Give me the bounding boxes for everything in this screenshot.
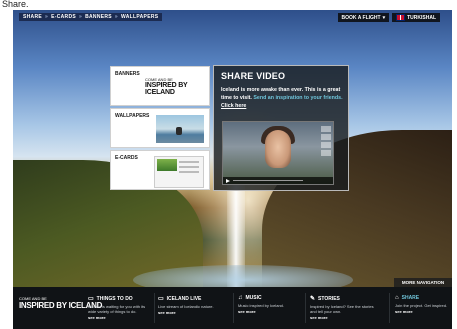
nav-description: Join the project. Get inspired. [395, 303, 448, 308]
ecard-text-line [179, 171, 199, 173]
flag-icon [396, 14, 406, 21]
camera-icon: ▭ [158, 296, 164, 302]
inspired-by-iceland-logo: COME AND BE INSPIRED BY ICELAND [145, 77, 209, 96]
nav-title: ICELAND LIVE [166, 295, 202, 302]
play-icon[interactable] [226, 178, 230, 183]
ecards-label: E-CARDS [115, 155, 138, 161]
nav-description: Inspired by Iceland? See the stories and… [310, 304, 374, 314]
book-flight-button[interactable]: BOOK A FLIGHT ▾ [337, 13, 390, 22]
logo-line2: INSPIRED BY ICELAND [145, 82, 188, 96]
breadcrumb-share[interactable]: SHARE [23, 14, 42, 20]
breadcrumb-separator: » [79, 14, 83, 20]
top-right-controls: BOOK A FLIGHT ▾ TURKISHAL [337, 13, 440, 22]
chevron-down-icon: ▾ [382, 14, 386, 21]
see-more-link[interactable]: see more [310, 315, 376, 320]
share-video-text: Iceland is more awake than ever. This is… [221, 86, 343, 110]
breadcrumb-ecards[interactable]: E-CARDS [51, 14, 76, 20]
nav-things-to-do[interactable]: ▭ THINGS TO DO Iceland is waiting for you… [88, 295, 154, 321]
pencil-icon: ✎ [310, 296, 316, 302]
ecard-image [157, 159, 177, 171]
breadcrumb-separator: » [45, 14, 49, 20]
breadcrumb: SHARE » E-CARDS » BANNERS » WALLPAPERS [19, 13, 163, 21]
click-here-link[interactable]: Click here [221, 103, 246, 109]
wallpapers-label: WALLPAPERS [115, 113, 150, 119]
wallpapers-tile[interactable]: WALLPAPERS [110, 108, 210, 148]
ecard-text-line [179, 166, 199, 168]
nav-description: Iceland is waiting for you with its wide… [88, 304, 146, 314]
video-thumb[interactable] [321, 126, 331, 132]
top-bar: SHARE » E-CARDS » BANNERS » WALLPAPERS B… [13, 10, 452, 24]
nav-title: SHARE [401, 295, 420, 301]
video-progress-bar[interactable] [233, 179, 303, 182]
video-controls [223, 177, 333, 184]
person-figure [176, 127, 182, 135]
iceland-website: SHARE » E-CARDS » BANNERS » WALLPAPERS B… [13, 10, 452, 329]
video-player[interactable] [222, 121, 334, 185]
language-selector[interactable]: TURKISHAL [392, 13, 440, 22]
share-icon: ⌂ [395, 295, 399, 301]
video-side-thumbs [321, 126, 331, 160]
nav-divider [233, 293, 234, 323]
share-video-box: SHARE VIDEO Iceland is more awake than e… [213, 65, 349, 191]
see-more-link[interactable]: see more [238, 309, 304, 314]
share-panel: BANNERS COME AND BE INSPIRED BY ICELAND … [110, 65, 350, 191]
banners-label: BANNERS [115, 71, 140, 77]
music-icon: ♫ [238, 295, 243, 301]
nav-divider [389, 293, 390, 323]
book-flight-label: BOOK A FLIGHT [341, 14, 381, 21]
nav-iceland-live[interactable]: ▭ ICELAND LIVE Live stream of Icelandic n… [158, 295, 224, 316]
nav-divider [305, 293, 306, 323]
monitor-icon: ▭ [88, 296, 94, 302]
wallpaper-thumbnail [156, 115, 204, 143]
bottom-navigation: COME AND BE INSPIRED BY ICELAND ▭ THINGS … [13, 287, 452, 329]
share-video-title: SHARE VIDEO [221, 71, 286, 81]
breadcrumb-banners[interactable]: BANNERS [85, 14, 112, 20]
video-thumb[interactable] [321, 134, 331, 140]
send-inspiration-link[interactable]: Send an inspiration to your friends. [253, 95, 342, 101]
nav-stories[interactable]: ✎ STORIES Inspired by Iceland? See the st… [310, 295, 376, 321]
banners-tile[interactable]: BANNERS COME AND BE INSPIRED BY ICELAND [110, 66, 210, 106]
video-thumb[interactable] [321, 150, 331, 156]
ecard-text-line [179, 161, 199, 163]
see-more-link[interactable]: see more [395, 309, 449, 314]
nav-divider [154, 293, 155, 323]
see-more-link[interactable]: see more [88, 315, 154, 320]
nav-music[interactable]: ♫ MUSIC Music inspired by Iceland. see mo… [238, 295, 304, 314]
nav-description: Music inspired by Iceland. [238, 303, 285, 308]
nav-title: MUSIC [245, 295, 262, 301]
breadcrumb-separator: » [114, 14, 119, 20]
ecards-tile[interactable]: E-CARDS [110, 150, 210, 190]
nav-title: STORIES [318, 295, 340, 302]
language-label: TURKISHAL [407, 14, 436, 21]
video-thumb[interactable] [321, 142, 331, 148]
see-more-link[interactable]: see more [158, 310, 224, 315]
nav-title: THINGS TO DO [96, 295, 133, 302]
person-face [265, 130, 291, 168]
nav-description: Live stream of Icelandic nature. [158, 304, 214, 309]
ecard-thumbnail [154, 156, 204, 188]
page-caption: Share. [2, 0, 29, 9]
nav-share[interactable]: ⌂ SHARE Join the project. Get inspired. s… [395, 295, 449, 314]
more-navigation-button[interactable]: MORE NAVIGATION [394, 278, 452, 287]
breadcrumb-wallpapers[interactable]: WALLPAPERS [121, 14, 158, 20]
